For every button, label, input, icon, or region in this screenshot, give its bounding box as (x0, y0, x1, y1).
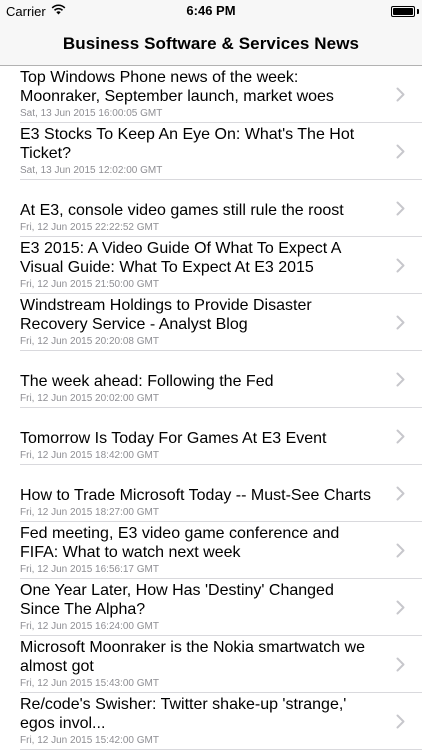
chevron-right-icon (396, 144, 405, 159)
article-date: Sat, 13 Jun 2015 16:00:05 GMT (20, 108, 163, 119)
status-bar: Carrier 6:46 PM (0, 0, 422, 22)
article-row[interactable]: E3 Stocks To Keep An Eye On: What's The … (0, 123, 422, 180)
chevron-right-icon (396, 429, 405, 444)
status-time: 6:46 PM (186, 3, 236, 18)
article-row[interactable]: Tomorrow Is Today For Games At E3 Event F… (0, 408, 422, 465)
battery-icon (391, 6, 415, 17)
battery-fill (393, 8, 413, 15)
battery-nub (417, 9, 419, 14)
page-title: Business Software & Services News (62, 33, 360, 53)
article-title: One Year Later, How Has 'Destiny' Change… (20, 582, 334, 618)
chevron-right-icon (396, 87, 405, 102)
article-date: Fri, 12 Jun 2015 21:50:00 GMT (20, 279, 159, 290)
article-title: Microsoft Moonraker is the Nokia smartwa… (20, 639, 365, 675)
chevron-right-icon (396, 486, 405, 501)
chevron-right-icon (396, 600, 405, 615)
article-row[interactable]: Windstream Holdings to Provide Disaster … (0, 294, 422, 351)
article-title: Windstream Holdings to Provide Disaster … (20, 297, 312, 333)
article-row[interactable]: How to Trade Microsoft Today -- Must-See… (0, 465, 422, 522)
article-title: At E3, console video games still rule th… (20, 202, 344, 219)
article-title: Tomorrow Is Today For Games At E3 Event (20, 430, 327, 447)
article-date: Fri, 12 Jun 2015 16:56:17 GMT (20, 564, 159, 575)
chevron-right-icon (396, 714, 405, 729)
article-date: Fri, 12 Jun 2015 18:27:00 GMT (20, 507, 159, 518)
article-row[interactable]: Re/code's Swisher: Twitter shake-up 'str… (0, 693, 422, 750)
article-row[interactable]: One Year Later, How Has 'Destiny' Change… (0, 579, 422, 636)
article-date: Fri, 12 Jun 2015 15:42:00 GMT (20, 735, 159, 746)
article-title: The week ahead: Following the Fed (20, 373, 274, 390)
article-row[interactable]: Top Windows Phone news of the week: Moon… (0, 66, 422, 123)
article-date: Fri, 12 Jun 2015 18:42:00 GMT (20, 450, 159, 461)
article-row[interactable]: E3 2015: A Video Guide Of What To Expect… (0, 237, 422, 294)
article-row[interactable]: At E3, console video games still rule th… (0, 180, 422, 237)
article-title: E3 Stocks To Keep An Eye On: What's The … (20, 126, 355, 162)
article-row[interactable]: Fed meeting, E3 video game conference an… (0, 522, 422, 579)
chevron-right-icon (396, 258, 405, 273)
article-list[interactable]: Top Windows Phone news of the week: Moon… (0, 66, 422, 750)
article-title: Top Windows Phone news of the week: Moon… (20, 69, 334, 105)
navigation-bar: Business Software & Services News (0, 22, 422, 66)
article-date: Fri, 12 Jun 2015 20:20:08 GMT (20, 336, 159, 347)
article-title: Re/code's Swisher: Twitter shake-up 'str… (20, 696, 347, 732)
article-date: Fri, 12 Jun 2015 15:43:00 GMT (20, 678, 159, 689)
chevron-right-icon (396, 372, 405, 387)
article-title: How to Trade Microsoft Today -- Must-See… (20, 487, 371, 504)
chevron-right-icon (396, 543, 405, 558)
chevron-right-icon (396, 315, 405, 330)
article-title: Fed meeting, E3 video game conference an… (20, 525, 340, 561)
article-date: Sat, 13 Jun 2015 12:02:00 GMT (20, 165, 163, 176)
chevron-right-icon (396, 657, 405, 672)
article-date: Fri, 12 Jun 2015 16:24:00 GMT (20, 621, 159, 632)
article-date: Fri, 12 Jun 2015 22:22:52 GMT (20, 222, 159, 233)
article-title: E3 2015: A Video Guide Of What To Expect… (20, 240, 341, 276)
chevron-right-icon (396, 201, 405, 216)
article-date: Fri, 12 Jun 2015 20:02:00 GMT (20, 393, 159, 404)
article-row[interactable]: The week ahead: Following the Fed Fri, 12… (0, 351, 422, 408)
article-row[interactable]: Microsoft Moonraker is the Nokia smartwa… (0, 636, 422, 693)
